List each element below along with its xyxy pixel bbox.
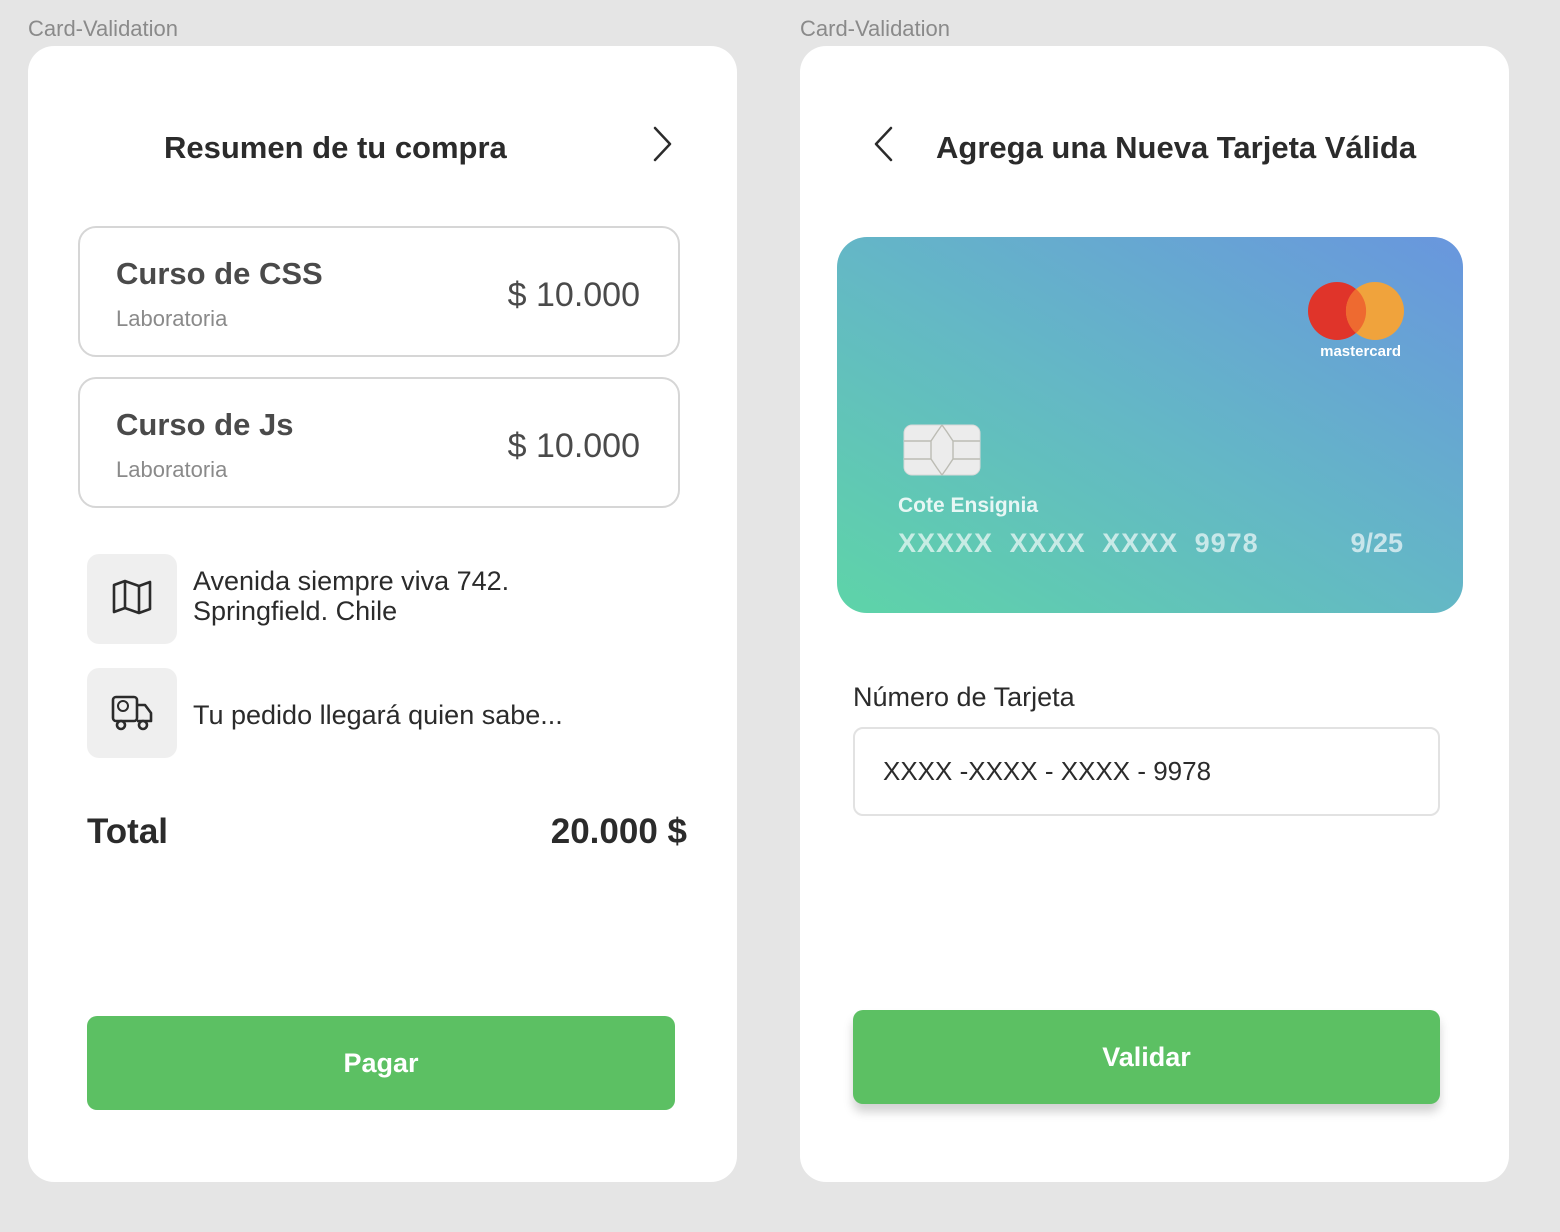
delivery-estimate: Tu pedido llegará quien sabe... bbox=[193, 700, 563, 730]
total-value: 20.000 $ bbox=[550, 812, 687, 851]
card-holder-name: Cote Ensignia bbox=[898, 494, 1039, 517]
frame-label-right: Card-Validation bbox=[800, 16, 951, 41]
add-card-screen: Agrega una Nueva Tarjeta Válida masterca… bbox=[800, 46, 1509, 1182]
purchase-summary-screen: Resumen de tu compra Curso de CSS Labora… bbox=[28, 46, 737, 1182]
total-label: Total bbox=[87, 812, 169, 851]
course-item[interactable]: Curso de CSS Laboratoria $ 10.000 bbox=[78, 226, 680, 357]
chevron-right-icon[interactable] bbox=[646, 124, 676, 164]
card-expiry: 9/25 bbox=[1350, 528, 1403, 558]
summary-title: Resumen de tu compra bbox=[164, 130, 507, 165]
course-provider: Laboratoria bbox=[116, 306, 228, 331]
credit-card-preview: mastercard Cote Ensignia XXXXX XXXX XXXX… bbox=[837, 237, 1463, 613]
card-number: XXXXX XXXX XXXX 9978 bbox=[898, 528, 1259, 558]
truck-icon bbox=[109, 689, 155, 738]
card-brand: mastercard bbox=[1320, 343, 1401, 360]
map-icon-box bbox=[87, 554, 177, 644]
validate-button[interactable]: Validar bbox=[853, 1010, 1440, 1104]
course-provider: Laboratoria bbox=[116, 457, 228, 482]
frame-label-left: Card-Validation bbox=[28, 16, 179, 41]
address-line-2: Springfield. Chile bbox=[193, 596, 398, 626]
card-number-label: Número de Tarjeta bbox=[853, 682, 1075, 712]
course-price: $ 10.000 bbox=[507, 427, 640, 465]
address-line-1: Avenida siempre viva 742. bbox=[193, 566, 510, 596]
chevron-left-icon[interactable] bbox=[870, 124, 900, 164]
add-card-title: Agrega una Nueva Tarjeta Válida bbox=[936, 130, 1417, 165]
course-name: Curso de Js bbox=[116, 407, 294, 442]
truck-icon-box bbox=[87, 668, 177, 758]
shipping-address: Avenida siempre viva 742. Springfield. C… bbox=[193, 566, 509, 626]
course-name: Curso de CSS bbox=[116, 256, 323, 291]
card-chip-icon bbox=[903, 424, 981, 476]
course-item[interactable]: Curso de Js Laboratoria $ 10.000 bbox=[78, 377, 680, 508]
pay-button[interactable]: Pagar bbox=[87, 1016, 675, 1110]
course-price: $ 10.000 bbox=[507, 276, 640, 314]
map-icon bbox=[110, 577, 154, 622]
mastercard-logo bbox=[1307, 281, 1405, 341]
card-number-input[interactable] bbox=[853, 727, 1440, 816]
